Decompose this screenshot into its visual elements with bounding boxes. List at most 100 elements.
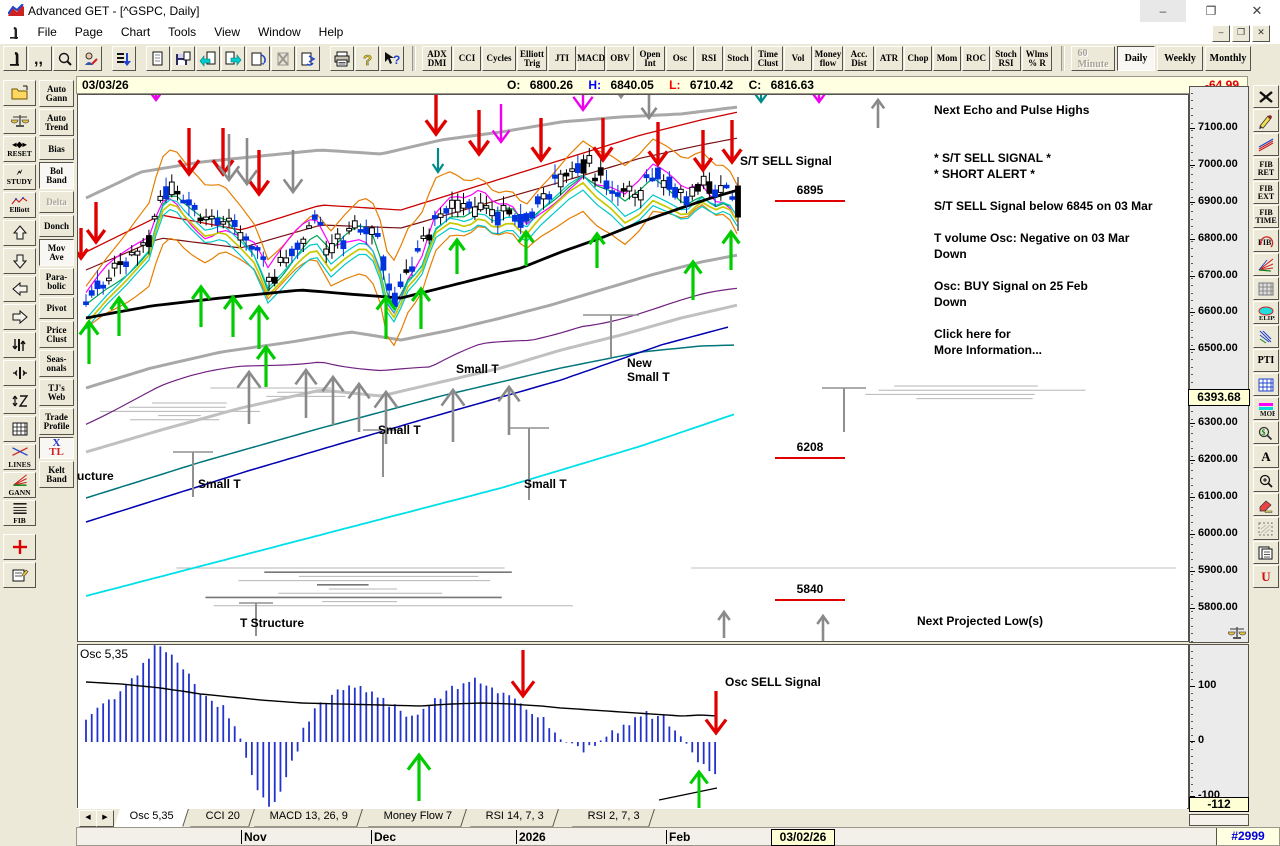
tab-macd13269[interactable]: MACD 13, 26, 9 bbox=[254, 809, 364, 827]
minimize-button[interactable]: – bbox=[1140, 0, 1186, 22]
region-button[interactable] bbox=[1253, 517, 1279, 540]
restore-button[interactable]: ❐ bbox=[1188, 0, 1234, 22]
indicator-elliotttrig-button[interactable]: Elliott Trig bbox=[517, 46, 547, 71]
tool-v-sort-button[interactable] bbox=[3, 388, 36, 414]
scales-icon[interactable] bbox=[1228, 626, 1246, 640]
pin-button[interactable] bbox=[3, 46, 27, 71]
indicator-cycles-button[interactable]: Cycles bbox=[482, 46, 516, 71]
tool-study-button[interactable]: 🗲 STUDY bbox=[3, 164, 36, 190]
study-bol-band-button[interactable]: Bol Band bbox=[39, 162, 74, 189]
tool-elliott-button[interactable]: Elliott bbox=[3, 192, 36, 218]
study-tjs-web-button[interactable]: TJ's Web bbox=[39, 379, 74, 406]
tool-arrow-down-button[interactable] bbox=[3, 248, 36, 274]
page-copy-button[interactable] bbox=[296, 46, 320, 71]
indicator-rsi-button[interactable]: RSI bbox=[695, 46, 723, 71]
tool-scales-button[interactable] bbox=[3, 108, 36, 134]
tab-rsi1473[interactable]: RSI 14, 7, 3 bbox=[470, 809, 560, 827]
study-mov-ave-button[interactable]: Mov Ave bbox=[39, 239, 74, 266]
timeframe-weekly-button[interactable]: Weekly bbox=[1157, 46, 1203, 71]
indicator-stochrsi-button[interactable]: Stoch RSI bbox=[991, 46, 1021, 71]
indicator-jti-button[interactable]: JTI bbox=[548, 46, 576, 71]
eraser-button[interactable] bbox=[1253, 493, 1279, 516]
annotation-more-information[interactable]: More Information... bbox=[934, 343, 1042, 357]
study-price-clust-button[interactable]: Price Clust bbox=[39, 321, 74, 348]
save-page-button[interactable] bbox=[171, 46, 195, 71]
study-bias-button[interactable]: Bias bbox=[39, 138, 74, 160]
tool-open-chart-button[interactable] bbox=[3, 80, 36, 106]
tab-rsi273[interactable]: RSI 2, 7, 3 bbox=[571, 809, 655, 827]
menu-file[interactable]: File bbox=[28, 22, 65, 44]
menu-chart[interactable]: Chart bbox=[112, 22, 159, 44]
price-chart-plot[interactable]: S/T SELL Signal Next Echo and Pulse Highs… bbox=[77, 94, 1189, 642]
study-donch-button[interactable]: Donch bbox=[39, 215, 74, 237]
study-kelt-band-button[interactable]: Kelt Band bbox=[39, 461, 74, 488]
tool-arrow-up-button[interactable] bbox=[3, 220, 36, 246]
grid-blue-button[interactable] bbox=[1253, 373, 1279, 396]
menu-page[interactable]: Page bbox=[66, 22, 112, 44]
tool-h-expand-button[interactable] bbox=[3, 360, 36, 386]
mdi-close-button[interactable]: ✕ bbox=[1252, 25, 1270, 42]
study-xtl-button[interactable]: X TL bbox=[39, 437, 74, 459]
tab-scroll-right-button[interactable]: ▶ bbox=[96, 810, 114, 827]
fib-time-button[interactable]: FIB TIME bbox=[1253, 205, 1279, 228]
study-delta-button[interactable]: Delta bbox=[39, 191, 74, 213]
fib-circle-button[interactable]: FIB bbox=[1253, 229, 1279, 252]
context-help-button[interactable]: ? bbox=[380, 46, 404, 71]
new-page-button[interactable] bbox=[146, 46, 170, 71]
user-edit-button[interactable] bbox=[78, 46, 102, 71]
study-auto-gann-button[interactable]: Auto Gann bbox=[39, 80, 74, 107]
indicator-vol-button[interactable]: Vol bbox=[784, 46, 812, 71]
magnifier-button[interactable] bbox=[53, 46, 77, 71]
tab-cci20[interactable]: CCI 20 bbox=[190, 809, 256, 827]
menu-help[interactable]: Help bbox=[310, 22, 353, 44]
mob-button[interactable]: MOB bbox=[1253, 397, 1279, 420]
indicator-wlms%r-button[interactable]: Wlms% R bbox=[1022, 46, 1052, 71]
help-button[interactable]: ? bbox=[355, 46, 379, 71]
sort-down-button[interactable] bbox=[112, 46, 136, 71]
quotes-button[interactable]: ,, bbox=[28, 46, 52, 71]
annotation-click-here[interactable]: Click here for bbox=[934, 327, 1011, 341]
timeframe-60-minute-button[interactable]: 60 Minute bbox=[1071, 46, 1115, 71]
tool-gann-button[interactable]: GANN bbox=[3, 472, 36, 498]
tool-lines-button[interactable]: LINES bbox=[3, 444, 36, 470]
indicator-obv-button[interactable]: OBV bbox=[606, 46, 634, 71]
study-auto-trend-button[interactable]: Auto Trend bbox=[39, 109, 74, 136]
indicator-timeclust-button[interactable]: Time Clust bbox=[753, 46, 783, 71]
indicator-adxdmi-button[interactable]: ADX DMI bbox=[422, 46, 452, 71]
notes-button[interactable] bbox=[1253, 541, 1279, 564]
indicator-atr-button[interactable]: ATR bbox=[875, 46, 903, 71]
trendlines-button[interactable] bbox=[1253, 133, 1279, 156]
close-x-button[interactable] bbox=[1253, 85, 1279, 108]
page-prev-button[interactable] bbox=[196, 46, 220, 71]
tab-scroll-left-button[interactable]: ◀ bbox=[79, 810, 97, 827]
indicator-openint-button[interactable]: Open Int bbox=[635, 46, 665, 71]
indicator-accdist-button[interactable]: Acc. Dist bbox=[844, 46, 874, 71]
indicator-moneyflow-button[interactable]: Money flow bbox=[813, 46, 843, 71]
indicator-mom-button[interactable]: Mom bbox=[933, 46, 961, 71]
tab-moneyflow7[interactable]: Money Flow 7 bbox=[368, 809, 468, 827]
title-bar[interactable]: Advanced GET - [^GSPC, Daily] – ❐ ✕ bbox=[0, 0, 1280, 23]
oscillator-plot[interactable]: Osc 5,35 Osc SELL Signal bbox=[77, 644, 1189, 809]
page-next-button[interactable] bbox=[221, 46, 245, 71]
grid-button[interactable] bbox=[1253, 277, 1279, 300]
magnet-button[interactable]: U bbox=[1253, 565, 1279, 588]
tool-arrow-left-button[interactable] bbox=[3, 276, 36, 302]
indicator-osc-button[interactable]: Osc bbox=[666, 46, 694, 71]
mdi-minimize-button[interactable]: – bbox=[1212, 25, 1230, 42]
tab-osc535[interactable]: Osc 5,35 bbox=[114, 809, 189, 827]
menu-window[interactable]: Window bbox=[249, 22, 310, 44]
indicator-macd-button[interactable]: MACD bbox=[577, 46, 605, 71]
pencil-button[interactable] bbox=[1253, 109, 1279, 132]
page-turn-button[interactable] bbox=[246, 46, 270, 71]
tool-reset-button[interactable]: ◂◆▸ RESET bbox=[3, 136, 36, 162]
fib-ext-button[interactable]: FIB EXT bbox=[1253, 181, 1279, 204]
menu-tools[interactable]: Tools bbox=[159, 22, 205, 44]
indicator-stoch-button[interactable]: Stoch bbox=[724, 46, 752, 71]
timeframe-daily-button[interactable]: Daily bbox=[1117, 46, 1155, 71]
close-button[interactable]: ✕ bbox=[1234, 0, 1280, 22]
mdi-restore-button[interactable]: ❐ bbox=[1232, 25, 1250, 42]
page-delete-button[interactable] bbox=[271, 46, 295, 71]
tool-grid-button[interactable] bbox=[3, 416, 36, 442]
text-tool-button[interactable]: A bbox=[1253, 445, 1279, 468]
tool-crosshair-button[interactable] bbox=[3, 534, 36, 560]
